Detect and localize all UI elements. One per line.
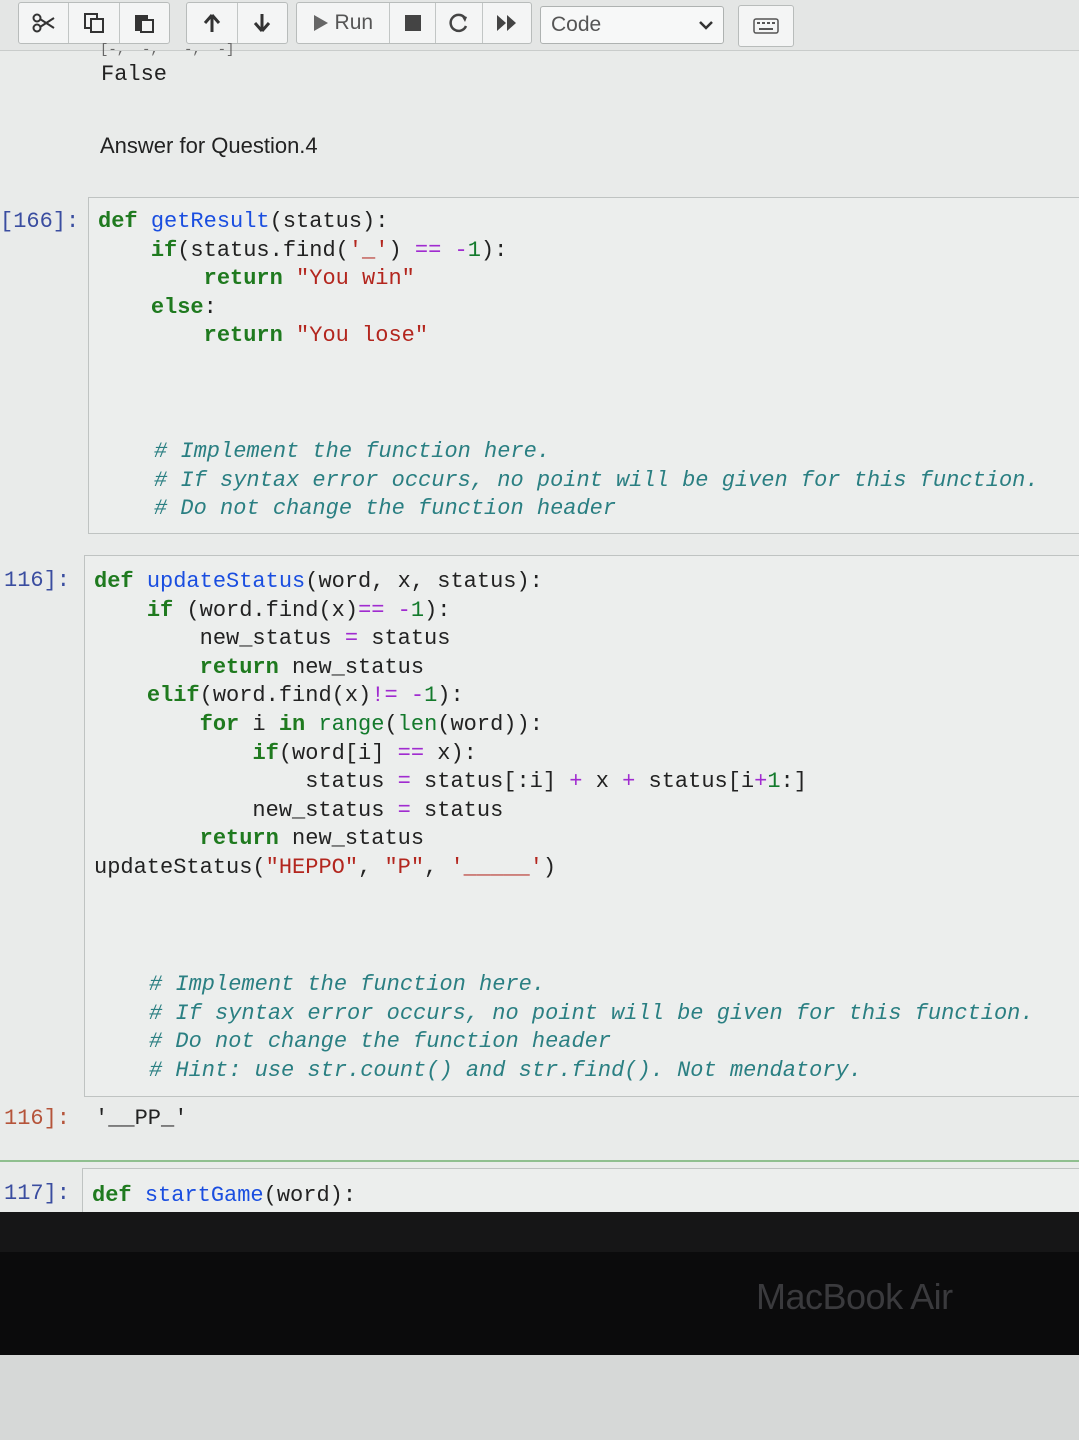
laptop-keyboard-area	[0, 1355, 1079, 1440]
move-button-group	[186, 2, 288, 44]
markdown-cell-answer-heading: Answer for Question.4	[100, 133, 318, 158]
comment-line: # Do not change the function header	[149, 1029, 612, 1055]
cell-prompt-166: [166]:	[0, 209, 80, 234]
fast-forward-icon[interactable]	[483, 3, 531, 43]
keyboard-icon	[753, 18, 779, 34]
prev-output-partial: [-, -, -, -]	[100, 42, 235, 58]
updatestatus-code: def updateStatus(word, x, status): if (w…	[94, 569, 807, 880]
run-label: Run	[334, 11, 374, 34]
startgame-code: def startGame(word):	[92, 1183, 357, 1208]
cell-prompt-116: 116]:	[4, 568, 71, 593]
stop-icon[interactable]	[390, 3, 437, 43]
code-cell-startgame[interactable]: def startGame(word):	[82, 1168, 1079, 1212]
output-prompt-116: 116]:	[4, 1106, 71, 1131]
selected-cell-border	[0, 1160, 1079, 1162]
move-down-icon[interactable]	[238, 3, 288, 43]
run-button[interactable]: Run	[297, 3, 390, 43]
comment-line: # Implement the function here.	[154, 439, 551, 464]
comment-line: # If syntax error occurs, no point will …	[149, 1000, 1034, 1026]
code-cell-updatestatus[interactable]: def updateStatus(word, x, status): if (w…	[84, 555, 1079, 1097]
laptop-bezel: MacBook Air	[0, 1212, 1079, 1355]
edit-button-group	[18, 2, 170, 44]
getresult-code: def getResult(status): if(status.find('_…	[98, 209, 508, 349]
cut-icon[interactable]	[19, 3, 70, 43]
updatestatus-comments: # Implement the function here. # If synt…	[149, 971, 1034, 1085]
bezel-strip	[0, 1212, 1079, 1252]
prev-output-false: False	[101, 62, 168, 87]
paste-icon[interactable]	[120, 3, 169, 43]
move-up-icon[interactable]	[187, 3, 238, 43]
restart-icon[interactable]	[436, 3, 484, 43]
comment-line: # If syntax error occurs, no point will …	[154, 467, 1039, 493]
comment-line: # Hint: use str.count() and str.find(). …	[149, 1057, 862, 1083]
comment-line: # Implement the function here.	[149, 972, 546, 997]
copy-icon[interactable]	[69, 3, 120, 43]
cell-type-select[interactable]: Code	[540, 6, 724, 44]
cell-type-value: Code	[551, 13, 602, 36]
run-icon	[313, 15, 328, 31]
macbook-air-label: MacBook Air	[756, 1276, 953, 1317]
run-button-group: Run	[296, 2, 532, 44]
chevron-down-icon	[699, 21, 713, 30]
keyboard-shortcuts-button[interactable]	[738, 5, 794, 47]
cell-output-116: '__PP_'	[95, 1106, 188, 1131]
notebook-screen: Run Code [-, -, -, -] False Answer for Q…	[0, 0, 1079, 1212]
code-cell-getresult[interactable]: def getResult(status): if(status.find('_…	[88, 197, 1079, 534]
getresult-comments: # Implement the function here. # If synt…	[154, 438, 1039, 524]
cell-prompt-117: 117]:	[4, 1181, 71, 1206]
comment-line: # Do not change the function header	[154, 496, 617, 522]
